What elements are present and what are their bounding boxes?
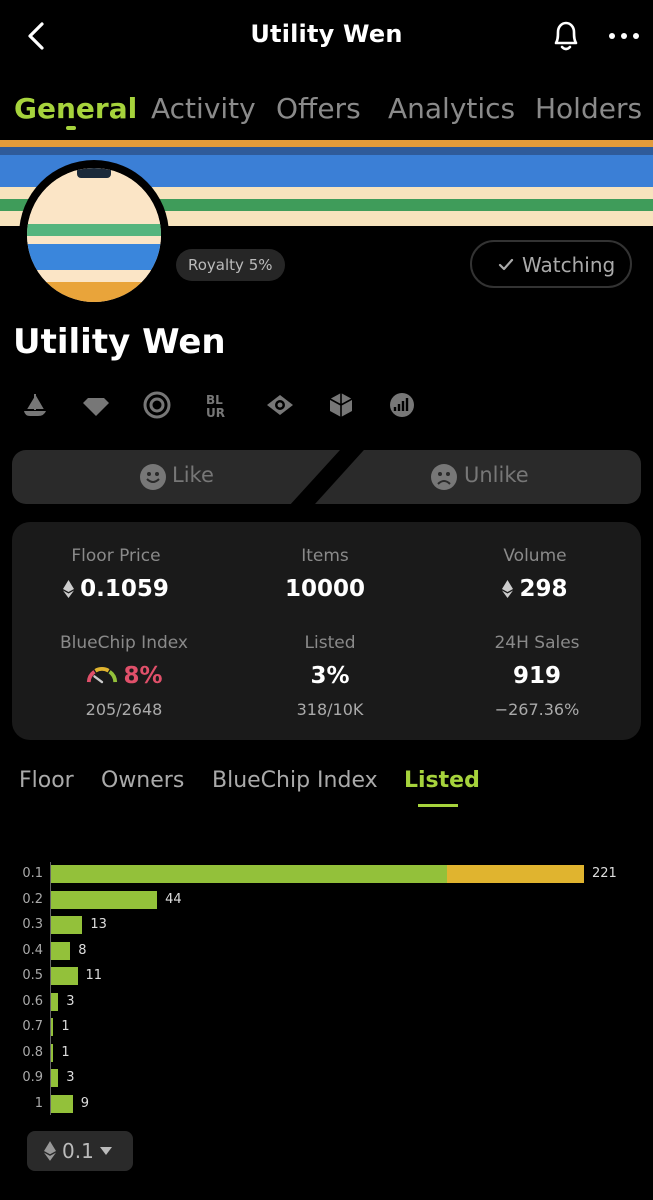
chart-value-label: 1	[61, 1044, 70, 1060]
chart-value-label: 9	[80, 1095, 89, 1111]
tab-holders[interactable]: Holders	[535, 92, 642, 125]
chart-bar[interactable]	[51, 916, 83, 934]
avatar	[27, 168, 161, 302]
gauge-icon	[87, 667, 118, 684]
smile-icon	[140, 464, 166, 490]
listed-value: 3%	[310, 663, 350, 689]
sales-value: 919	[512, 663, 561, 689]
chart-value-label: 3	[66, 1070, 75, 1085]
eth-icon	[502, 580, 514, 598]
chart-category-label: 0.7	[22, 1019, 43, 1034]
subtab-bluechip-index[interactable]: BlueChip Index	[212, 768, 378, 793]
bluechip-ratio: 205/2648	[85, 700, 163, 719]
chart-bar[interactable]	[51, 992, 59, 1011]
active-tab-indicator	[66, 126, 76, 130]
chart-category-label: 0.8	[22, 1044, 43, 1060]
sales-change: −267.36%	[494, 700, 580, 719]
tab-analytics[interactable]: Analytics	[388, 92, 515, 125]
svg-text:BL: BL	[206, 393, 223, 407]
chart-bar[interactable]	[51, 890, 158, 909]
chart-value-label: 1	[61, 1019, 70, 1034]
chart-category-label: 0.5	[22, 968, 43, 983]
listed-ratio: 318/10K	[296, 700, 364, 719]
price-step-dropdown[interactable]: 0.1	[27, 1131, 133, 1171]
chart-bar[interactable]	[51, 865, 447, 883]
eye-icon[interactable]	[265, 390, 295, 420]
chart-value-label: 221	[592, 866, 617, 881]
unlike-label: Unlike	[464, 463, 529, 487]
tab-general[interactable]: General	[14, 92, 137, 125]
floor-price-value: 0.1059	[16, 576, 216, 602]
subtab-floor[interactable]: Floor	[19, 768, 74, 793]
tab-offers[interactable]: Offers	[276, 92, 361, 125]
chart-value-label: 8	[78, 942, 87, 958]
items-value: 10000	[284, 576, 366, 602]
diamond-icon[interactable]	[81, 390, 111, 420]
chart-value-label: 3	[66, 993, 75, 1009]
unlike-button[interactable]: Unlike	[315, 450, 641, 504]
chart-bar[interactable]	[51, 1043, 54, 1062]
chart-category-label: 1	[34, 1095, 43, 1111]
chart-bar-segment[interactable]	[446, 865, 584, 883]
chevron-down-icon	[100, 1147, 112, 1155]
bluechip-value: 8%	[24, 663, 224, 689]
subtab-owners[interactable]: Owners	[101, 768, 184, 793]
bell-icon[interactable]	[548, 16, 584, 54]
top-bar: Utility Wen	[0, 0, 653, 72]
chart-category-label: 0.1	[22, 866, 43, 881]
active-subtab-indicator	[418, 804, 458, 807]
chart-bar[interactable]	[51, 967, 78, 985]
chart-category-label: 0.4	[22, 942, 43, 958]
chart-category-label: 0.6	[22, 993, 43, 1009]
sales-label: 24H Sales	[494, 633, 580, 653]
watching-button[interactable]: Watching	[470, 240, 632, 288]
more-options-icon[interactable]	[606, 24, 642, 48]
tab-activity[interactable]: Activity	[151, 92, 256, 125]
volume-value: 298	[435, 576, 635, 602]
chart-value-label: 13	[90, 917, 107, 932]
target-icon[interactable]	[142, 390, 172, 420]
check-icon	[498, 258, 514, 271]
eth-icon	[44, 1141, 56, 1161]
listed-label: Listed	[304, 633, 356, 653]
subtab-listed[interactable]: Listed	[404, 768, 480, 793]
svg-text:UR: UR	[206, 406, 225, 420]
chart-bar[interactable]	[51, 1094, 73, 1113]
opensea-icon[interactable]	[20, 390, 50, 420]
floor-price-label: Floor Price	[71, 546, 161, 566]
chart-bar[interactable]	[51, 1018, 54, 1036]
like-button[interactable]: Like	[12, 450, 340, 504]
chart-bar[interactable]	[51, 1069, 59, 1087]
items-label: Items	[301, 546, 349, 566]
chart-value-label: 44	[165, 891, 182, 907]
chart-category-label: 0.3	[22, 917, 43, 932]
chart-icon[interactable]	[387, 390, 417, 420]
frown-icon	[431, 464, 457, 490]
watching-label: Watching	[522, 253, 616, 277]
chart-value-label: 11	[85, 968, 103, 983]
like-label: Like	[172, 463, 214, 487]
chart-category-label: 0.2	[22, 891, 43, 907]
royalty-badge: Royalty 5%	[176, 249, 285, 281]
chart-bar[interactable]	[51, 941, 71, 960]
bluechip-label: BlueChip Index	[60, 633, 188, 653]
collection-name: Utility Wen	[13, 322, 226, 362]
chart-category-label: 0.9	[22, 1070, 43, 1085]
cube-icon[interactable]	[326, 390, 356, 420]
eth-icon	[63, 580, 75, 598]
stats-card: Floor Price 0.1059 Items 10000 Volume 29…	[12, 522, 641, 740]
volume-label: Volume	[503, 546, 567, 566]
blur-icon[interactable]: BL UR	[203, 390, 233, 420]
price-step-value: 0.1	[62, 1139, 94, 1163]
